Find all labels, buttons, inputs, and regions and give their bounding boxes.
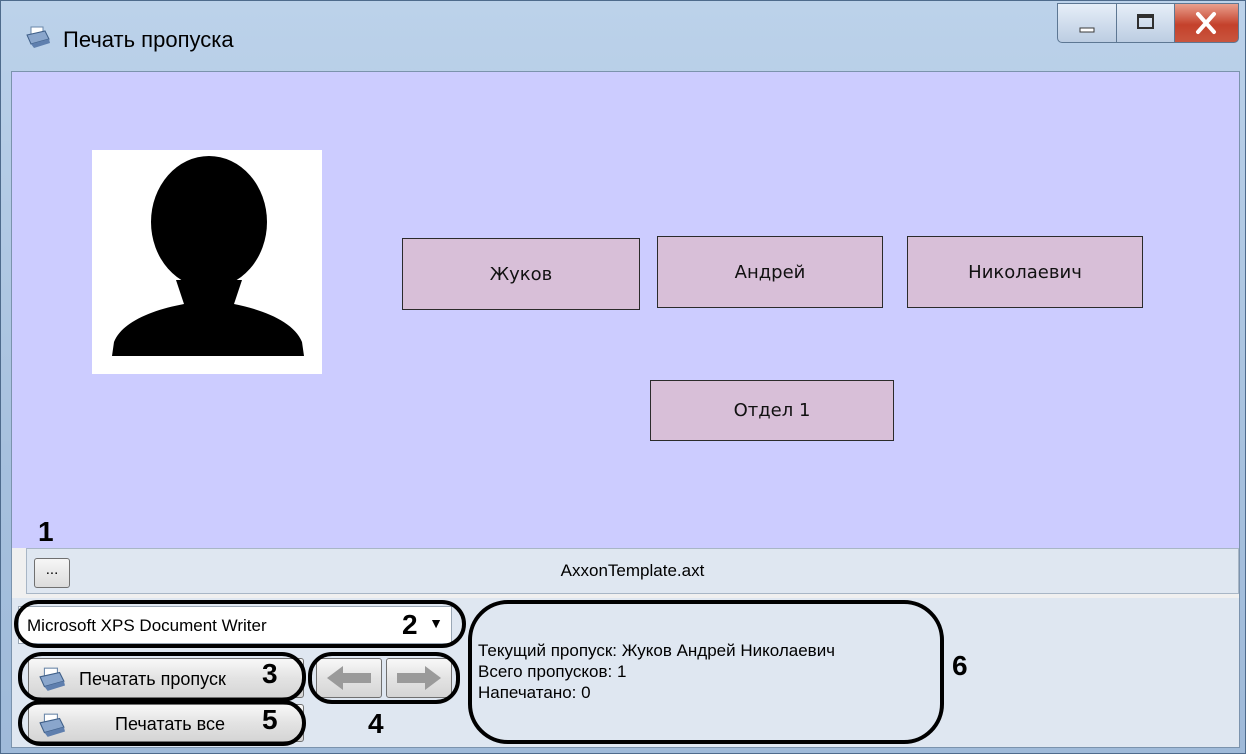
client-area: Жуков Андрей Николаевич Отдел 1 1 ... Ax… <box>11 71 1240 748</box>
callout-2-outline <box>14 600 466 648</box>
callout-6-outline <box>468 600 944 744</box>
close-button[interactable] <box>1175 3 1239 43</box>
maximize-icon <box>1137 14 1154 29</box>
callout-4: 4 <box>368 708 384 739</box>
callout-1: 1 <box>38 516 54 547</box>
close-icon <box>1196 12 1216 34</box>
print-pass-window: Печать пропуска Жуков Андрей Николаевич … <box>0 0 1246 754</box>
title-bar[interactable]: Печать пропуска <box>1 1 1245 71</box>
print-controls-panel: Microsoft XPS Document Writer ▼ 2 Печата… <box>12 598 1239 747</box>
callout-4-outline <box>308 652 460 704</box>
middle-name-field: Николаевич <box>907 236 1143 308</box>
template-row: ... AxxonTemplate.axt <box>26 548 1239 594</box>
window-title: Печать пропуска <box>63 27 234 52</box>
callout-5: 5 <box>262 704 278 735</box>
pass-preview: Жуков Андрей Николаевич Отдел 1 1 <box>12 72 1239 548</box>
photo-frame <box>92 150 322 374</box>
last-name-field: Жуков <box>402 238 640 310</box>
maximize-button[interactable] <box>1117 3 1175 43</box>
minimize-button[interactable] <box>1057 3 1117 43</box>
callout-3: 3 <box>262 658 278 689</box>
department-field: Отдел 1 <box>650 380 894 441</box>
callout-2: 2 <box>402 609 418 640</box>
template-file-name: AxxonTemplate.axt <box>560 561 705 580</box>
first-name-field: Андрей <box>657 236 883 308</box>
print-icon <box>25 25 51 49</box>
callout-6: 6 <box>952 650 968 681</box>
person-silhouette-icon <box>112 156 304 356</box>
minimize-icon <box>1079 27 1095 33</box>
